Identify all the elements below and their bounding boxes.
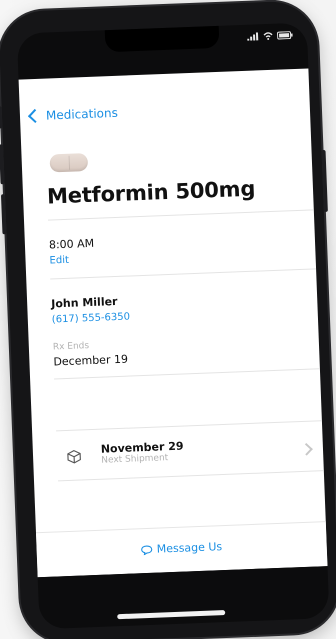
shipment-text: November 29 Next Shipment bbox=[101, 440, 185, 466]
power-button bbox=[321, 149, 328, 212]
phone-device: Medications Metformin 500mg 8:00 AM Edit… bbox=[0, 0, 336, 639]
medication-name: Metformin 500mg bbox=[46, 176, 256, 209]
chevron-left-icon bbox=[27, 108, 43, 124]
background: Medications Metformin 500mg 8:00 AM Edit… bbox=[0, 0, 336, 639]
volume-up-button bbox=[0, 144, 5, 185]
volume-down-button bbox=[0, 194, 7, 235]
chevron-right-icon bbox=[300, 442, 313, 456]
message-us-label: Message Us bbox=[156, 540, 223, 556]
battery-icon bbox=[277, 31, 293, 40]
pill-icon bbox=[49, 153, 89, 173]
message-us-button[interactable]: Message Us bbox=[140, 540, 222, 556]
signal-icon bbox=[247, 32, 259, 41]
edit-link[interactable]: Edit bbox=[49, 255, 69, 267]
silent-switch bbox=[0, 106, 3, 129]
dose-time: 8:00 AM bbox=[48, 236, 95, 252]
status-icons bbox=[247, 31, 293, 44]
divider bbox=[54, 368, 320, 380]
rx-ends-label: Rx Ends bbox=[52, 341, 90, 353]
back-button[interactable]: Medications bbox=[27, 105, 119, 124]
divider bbox=[50, 268, 317, 280]
prescriber-name: John Miller bbox=[50, 294, 118, 311]
rx-ends-date: December 19 bbox=[53, 352, 129, 369]
notch bbox=[104, 25, 220, 53]
back-label: Medications bbox=[45, 105, 119, 123]
divider bbox=[47, 209, 314, 221]
shipment-label: Next Shipment bbox=[101, 453, 169, 466]
app-screen: Medications Metformin 500mg 8:00 AM Edit… bbox=[18, 68, 328, 578]
box-icon bbox=[67, 449, 81, 464]
chat-bubble-icon bbox=[141, 544, 153, 555]
bottom-bezel bbox=[37, 566, 330, 630]
wifi-icon bbox=[263, 32, 273, 40]
prescriber-phone[interactable]: (617) 555-6350 bbox=[52, 311, 131, 325]
